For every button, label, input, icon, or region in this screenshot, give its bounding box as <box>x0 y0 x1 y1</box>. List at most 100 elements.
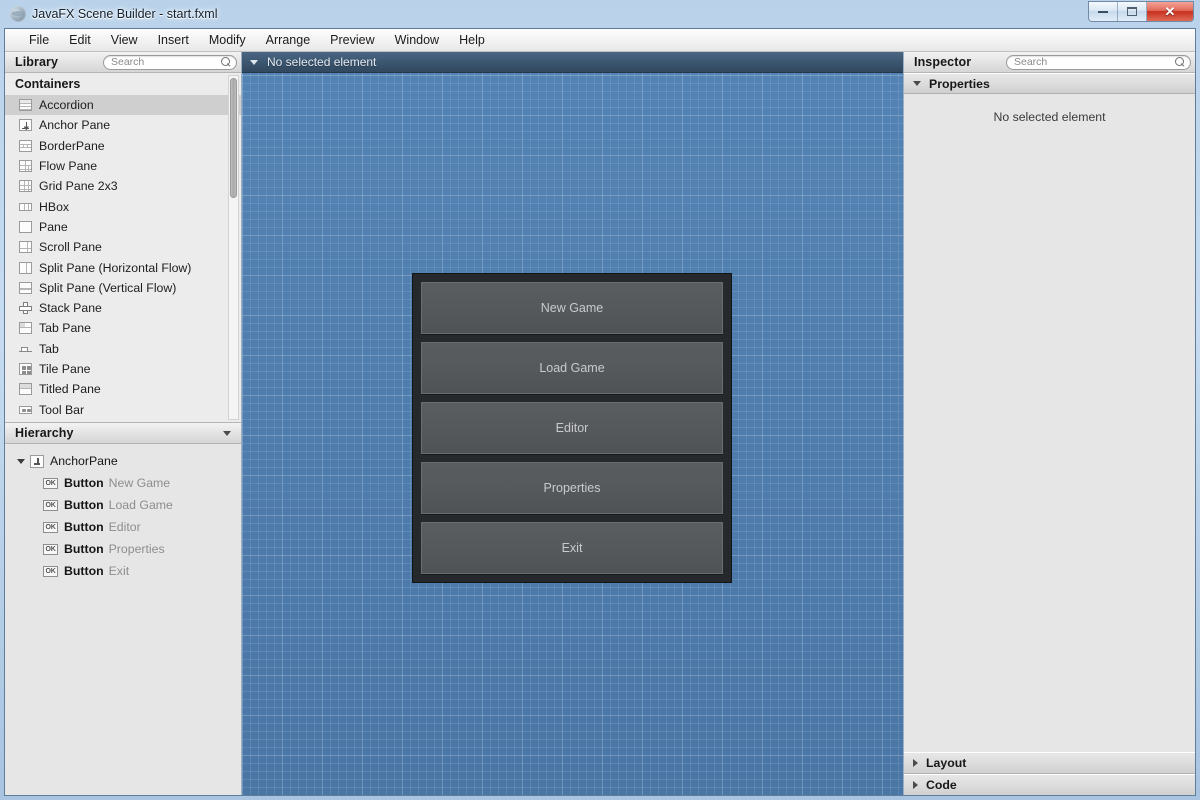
design-canvas[interactable]: New Game Load Game Editor Properties Exi <box>242 73 903 795</box>
pane-icon <box>19 220 32 233</box>
chevron-down-icon[interactable] <box>913 81 921 86</box>
inspector-bottom-sections: Layout Code <box>904 752 1195 795</box>
border-pane-icon <box>19 139 32 152</box>
library-item-border-pane[interactable]: BorderPane <box>5 136 241 156</box>
library-scrollbar[interactable] <box>228 75 239 420</box>
library-item-tile-pane[interactable]: Tile Pane <box>5 359 241 379</box>
hierarchy-node-button-editor[interactable]: OK Button Editor <box>5 516 241 538</box>
close-button[interactable]: ✕ <box>1147 2 1193 21</box>
section-code[interactable]: Code <box>904 774 1195 795</box>
hierarchy-header[interactable]: Hierarchy <box>5 423 241 444</box>
chevron-right-icon[interactable] <box>913 781 918 789</box>
chevron-down-icon[interactable] <box>223 430 231 436</box>
hbox-icon <box>19 202 32 211</box>
hierarchy-tree: AnchorPane OK Button New Game OK Button … <box>5 444 241 795</box>
hierarchy-node-type: Button <box>64 542 104 556</box>
hierarchy-node-anchorpane[interactable]: AnchorPane <box>5 450 241 472</box>
library-list-container: Containers Accordion Anchor Pane BorderP… <box>5 73 241 423</box>
hierarchy-node-button-load-game[interactable]: OK Button Load Game <box>5 494 241 516</box>
hierarchy-node-button-new-game[interactable]: OK Button New Game <box>5 472 241 494</box>
breadcrumb[interactable]: No selected element <box>242 52 903 73</box>
breadcrumb-label: No selected element <box>267 55 377 69</box>
library-list: Containers Accordion Anchor Pane BorderP… <box>5 73 241 420</box>
library-item-tool-bar[interactable]: Tool Bar <box>5 399 241 419</box>
design-root-anchorpane[interactable]: New Game Load Game Editor Properties Exi <box>412 273 732 583</box>
menu-view[interactable]: View <box>101 30 148 50</box>
titled-pane-icon <box>19 383 32 396</box>
library-item-grid-pane[interactable]: Grid Pane 2x3 <box>5 176 241 196</box>
button-ok-icon: OK <box>43 499 58 511</box>
hierarchy-node-label: AnchorPane <box>50 454 118 468</box>
library-item-anchor-pane[interactable]: Anchor Pane <box>5 115 241 135</box>
library-group-containers: Containers <box>5 73 241 95</box>
menu-bar: File Edit View Insert Modify Arrange Pre… <box>5 29 1195 52</box>
library-item-flow-pane[interactable]: Flow Pane <box>5 156 241 176</box>
button-ok-icon: OK <box>43 543 58 555</box>
design-button-label: Properties <box>543 481 601 495</box>
tile-pane-icon <box>19 363 32 375</box>
library-item-label: Titled Pane <box>39 382 101 397</box>
hierarchy-node-label: Properties <box>108 542 165 556</box>
left-panel: Library Search Containers Accordion Anch… <box>5 52 242 795</box>
button-ok-icon: OK <box>43 565 58 577</box>
library-item-tab[interactable]: Tab <box>5 339 241 359</box>
hierarchy-node-label: Editor <box>108 520 141 534</box>
minimize-button[interactable] <box>1089 2 1118 21</box>
scene-builder-icon <box>10 6 26 22</box>
inspector-search-input[interactable]: Search <box>1006 54 1191 70</box>
chevron-down-icon[interactable] <box>17 458 25 464</box>
accordion-icon <box>19 99 32 112</box>
design-button-editor[interactable]: Editor <box>421 402 723 454</box>
design-button-load-game[interactable]: Load Game <box>421 342 723 394</box>
library-item-titled-pane[interactable]: Titled Pane <box>5 379 241 399</box>
hierarchy-node-button-exit[interactable]: OK Button Exit <box>5 560 241 582</box>
application-window: JavaFX Scene Builder - start.fxml ✕ File… <box>0 0 1200 800</box>
design-button-properties[interactable]: Properties <box>421 462 723 514</box>
properties-body: No selected element <box>904 94 1195 752</box>
library-item-label: Tile Pane <box>39 362 91 376</box>
library-item-label: Stack Pane <box>39 301 102 316</box>
library-item-hbox[interactable]: HBox <box>5 196 241 216</box>
library-item-label: Tool Bar <box>39 402 85 417</box>
hierarchy-node-label: Load Game <box>108 498 173 512</box>
library-item-split-pane-vertical[interactable]: Split Pane (Vertical Flow) <box>5 278 241 298</box>
library-scrollbar-thumb[interactable] <box>230 78 237 198</box>
chevron-down-icon[interactable] <box>250 59 258 65</box>
grid-pane-icon <box>19 180 32 193</box>
main-body: Library Search Containers Accordion Anch… <box>5 52 1195 795</box>
section-layout[interactable]: Layout <box>904 752 1195 774</box>
split-pane-vertical-icon <box>19 281 32 294</box>
hierarchy-node-type: Button <box>64 476 104 490</box>
menu-arrange[interactable]: Arrange <box>256 30 320 50</box>
library-item-accordion[interactable]: Accordion <box>5 95 241 116</box>
maximize-button[interactable] <box>1118 2 1147 21</box>
library-item-pane[interactable]: Pane <box>5 217 241 237</box>
chevron-right-icon[interactable] <box>913 759 918 767</box>
menu-edit[interactable]: Edit <box>59 30 101 50</box>
section-properties[interactable]: Properties <box>904 73 1195 94</box>
library-item-scroll-pane[interactable]: Scroll Pane <box>5 237 241 257</box>
anchor-pane-icon <box>19 119 32 132</box>
hierarchy-node-type: Button <box>64 520 104 534</box>
library-item-label: Tab <box>39 341 59 356</box>
menu-preview[interactable]: Preview <box>320 30 384 50</box>
library-search-input[interactable]: Search <box>103 54 237 70</box>
library-item-label: Anchor Pane <box>39 118 111 133</box>
split-pane-horizontal-icon <box>19 261 32 274</box>
library-item-split-pane-horizontal[interactable]: Split Pane (Horizontal Flow) <box>5 257 241 277</box>
menu-insert[interactable]: Insert <box>148 30 199 50</box>
design-button-exit[interactable]: Exit <box>421 522 723 574</box>
design-button-new-game[interactable]: New Game <box>421 282 723 334</box>
library-item-label: Grid Pane 2x3 <box>39 179 118 194</box>
inspector-header: Inspector Search <box>904 52 1195 73</box>
menu-window[interactable]: Window <box>385 30 449 50</box>
search-icon <box>221 56 232 68</box>
menu-modify[interactable]: Modify <box>199 30 256 50</box>
library-item-stack-pane[interactable]: Stack Pane <box>5 298 241 318</box>
menu-help[interactable]: Help <box>449 30 495 50</box>
maximize-icon <box>1127 7 1137 16</box>
library-item-tab-pane[interactable]: Tab Pane <box>5 318 241 338</box>
menu-file[interactable]: File <box>19 30 59 50</box>
library-item-label: Split Pane (Vertical Flow) <box>39 280 177 295</box>
hierarchy-node-button-properties[interactable]: OK Button Properties <box>5 538 241 560</box>
